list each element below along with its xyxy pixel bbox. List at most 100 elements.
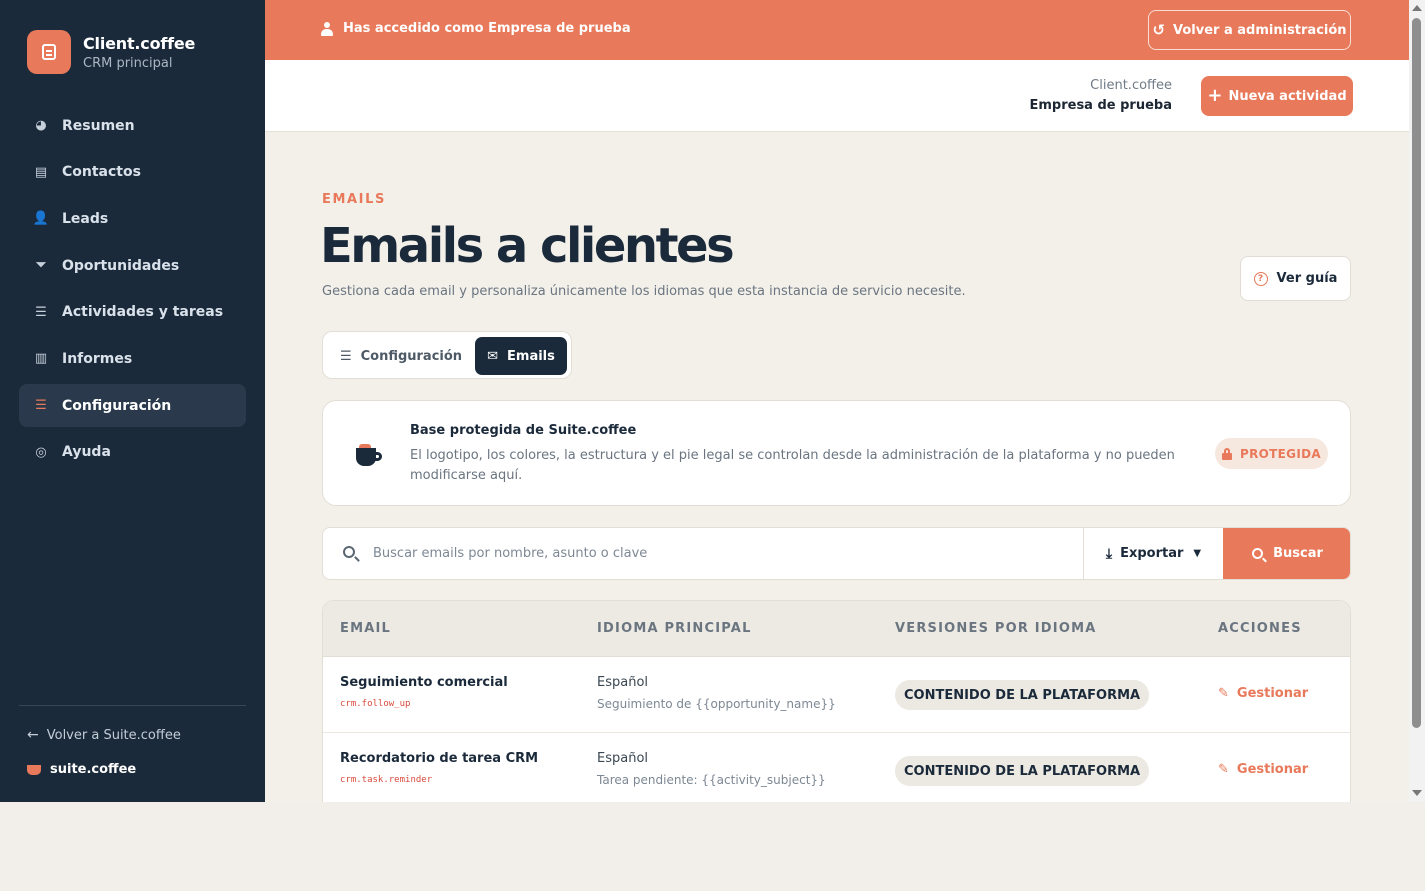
sidebar-item-label: Informes [62, 350, 133, 367]
scroll-up-arrow-icon[interactable] [1412, 5, 1422, 11]
sidebar-item-resumen[interactable]: ◕ Resumen [19, 104, 246, 147]
brand-logo-icon [27, 30, 71, 74]
search-button[interactable]: Buscar [1223, 528, 1350, 579]
protected-badge-label: PROTEGIDA [1240, 446, 1321, 461]
back-to-admin-label: Volver a administración [1173, 22, 1347, 38]
emails-table: EMAIL IDIOMA PRINCIPAL VERSIONES POR IDI… [322, 600, 1351, 802]
manage-label: Gestionar [1236, 762, 1309, 777]
email-language: Español [597, 751, 649, 766]
back-to-suite-link[interactable]: ← Volver a Suite.coffee [27, 727, 181, 743]
sidebar-divider [19, 705, 246, 706]
envelope-icon: ✉ [487, 348, 499, 364]
address-card-icon: ▤ [34, 164, 48, 180]
pencil-icon: ✎ [1218, 686, 1229, 701]
search-icon [343, 546, 355, 558]
tab-configuracion[interactable]: ☰ Configuración [329, 337, 473, 375]
sliders-icon: ☰ [35, 398, 47, 414]
scrollbar-thumb[interactable] [1412, 18, 1421, 728]
sidebar-item-informes[interactable]: ▥ Informes [19, 337, 246, 380]
sidebar-item-contactos[interactable]: ▤ Contactos [19, 151, 246, 194]
user-plus-icon: 👤 [32, 211, 50, 227]
sidebar-item-label: Configuración [62, 397, 172, 414]
column-header-actions: ACCIONES [1218, 621, 1302, 636]
versions-badge: CONTENIDO DE LA PLATAFORMA [895, 680, 1150, 710]
manage-button[interactable]: ✎ Gestionar [1218, 686, 1308, 701]
brand-name: Client.coffee [83, 33, 196, 53]
list-icon: ☰ [35, 304, 47, 320]
sidebar: Client.coffee CRM principal ◕ Resumen ▤ … [0, 0, 265, 802]
search-icon [1252, 548, 1264, 559]
arrow-left-icon: ← [27, 727, 39, 743]
brand-subtitle: CRM principal [83, 55, 173, 71]
lifebuoy-icon: ◎ [35, 444, 47, 460]
export-dropdown-button[interactable]: ⤓ Exportar ▼ [1083, 528, 1223, 579]
column-header-versions: VERSIONES POR IDIOMA [895, 621, 1097, 636]
plus-icon: + [1207, 85, 1223, 106]
sidebar-item-oportunidades[interactable]: ⏷ Oportunidades [19, 244, 246, 287]
sidebar-item-actividades[interactable]: ☰ Actividades y tareas [19, 291, 246, 334]
chevron-down-icon: ▼ [1193, 548, 1202, 559]
page-title: Emails a clientes [320, 218, 735, 274]
new-activity-button[interactable]: + Nueva actividad [1201, 76, 1353, 116]
top-header: Client.coffee Empresa de prueba + Nueva … [265, 60, 1409, 132]
help-circle-icon: ? [1253, 271, 1268, 286]
section-eyebrow: EMAILS [322, 192, 386, 207]
sidebar-item-label: Oportunidades [62, 257, 180, 274]
sidebar-item-label: Contactos [62, 164, 141, 181]
bar-chart-icon: ▥ [34, 351, 48, 367]
user-icon [321, 21, 333, 36]
email-name: Recordatorio de tarea CRM [340, 751, 539, 766]
sidebar-item-label: Resumen [62, 117, 135, 134]
sidebar-nav: ◕ Resumen ▤ Contactos 👤 Leads ⏷ Oportuni… [19, 104, 246, 478]
sidebar-item-label: Actividades y tareas [62, 304, 224, 321]
suite-brand-label: suite.coffee [50, 762, 137, 777]
view-guide-button[interactable]: ? Ver guía [1240, 256, 1351, 301]
tenant-company: Empresa de prueba [1029, 98, 1172, 113]
versions-badge: CONTENIDO DE LA PLATAFORMA [895, 756, 1150, 786]
pie-chart-icon: ◕ [35, 118, 47, 133]
table-row: Seguimiento comercial crm.follow_up Espa… [323, 657, 1350, 733]
sidebar-item-configuracion[interactable]: ☰ Configuración [19, 384, 246, 428]
tenant-app: Client.coffee [1090, 78, 1172, 93]
email-name: Seguimiento comercial [340, 675, 508, 690]
notice-title: Base protegida de Suite.coffee [410, 423, 637, 438]
sliders-icon: ☰ [339, 348, 352, 364]
column-header-language: IDIOMA PRINCIPAL [597, 621, 752, 636]
brand[interactable]: Client.coffee CRM principal [27, 30, 195, 74]
tab-emails[interactable]: ✉ Emails [475, 337, 567, 375]
protected-badge: PROTEGIDA [1215, 438, 1328, 469]
search-button-label: Buscar [1273, 546, 1323, 561]
manage-button[interactable]: ✎ Gestionar [1218, 762, 1308, 777]
back-to-admin-button[interactable]: ↺ Volver a administración [1148, 10, 1351, 50]
coffee-cup-icon [356, 444, 382, 468]
sidebar-item-label: Leads [62, 210, 109, 227]
tab-label: Configuración [360, 348, 463, 364]
manage-label: Gestionar [1236, 686, 1309, 701]
vertical-scrollbar[interactable] [1409, 0, 1425, 802]
suite-brand[interactable]: suite.coffee [27, 762, 136, 777]
funnel-icon: ⏷ [35, 258, 47, 274]
email-subject: Seguimiento de {{opportunity_name}} [597, 697, 836, 711]
guide-label: Ver guía [1276, 271, 1338, 286]
impersonation-banner: Has accedido como Empresa de prueba ↺ Vo… [265, 0, 1409, 60]
download-icon: ⤓ [1105, 545, 1113, 562]
protected-base-notice: Base protegida de Suite.coffee El logoti… [322, 400, 1351, 506]
undo-icon: ↺ [1152, 21, 1166, 39]
lock-icon [1222, 448, 1233, 460]
scroll-down-arrow-icon[interactable] [1412, 790, 1422, 796]
tenant-info: Client.coffee Empresa de prueba [1029, 78, 1172, 113]
impersonation-text: Has accedido como Empresa de prueba [343, 21, 631, 36]
app-viewport: Client.coffee CRM principal ◕ Resumen ▤ … [0, 0, 1425, 802]
new-activity-label: Nueva actividad [1228, 88, 1347, 104]
page-description: Gestiona cada email y personaliza únicam… [322, 284, 966, 299]
email-key: crm.follow_up [340, 699, 411, 709]
sidebar-item-ayuda[interactable]: ◎ Ayuda [19, 431, 246, 474]
search-input[interactable] [373, 528, 1073, 579]
notice-description: El logotipo, los colores, la estructura … [410, 448, 1175, 483]
email-key: crm.task.reminder [340, 775, 433, 785]
sidebar-item-leads[interactable]: 👤 Leads [19, 197, 246, 240]
email-language: Español [597, 675, 649, 690]
email-subject: Tarea pendiente: {{activity_subject}} [597, 773, 826, 787]
table-row: Recordatorio de tarea CRM crm.task.remin… [323, 733, 1350, 802]
coffee-cup-icon [27, 764, 41, 775]
